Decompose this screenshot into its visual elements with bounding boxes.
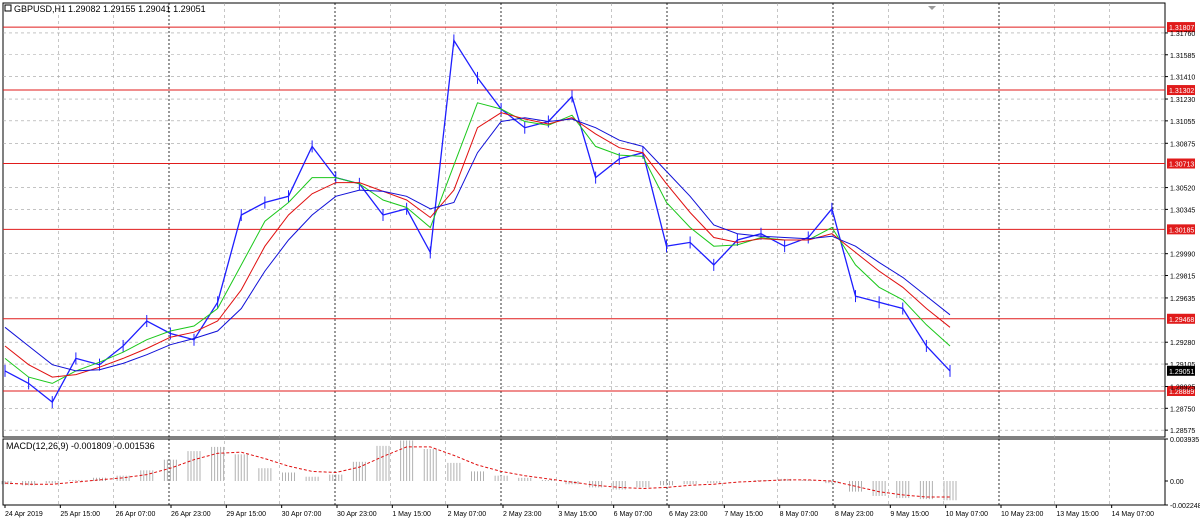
time-tick-label: 8 May 23:00 — [835, 511, 874, 518]
price-tick-label: 1.29990 — [1170, 252, 1195, 259]
price-tick-label: 1.28575 — [1170, 428, 1195, 435]
price-tick-label: 1.30520 — [1170, 186, 1195, 193]
price-tick-label: 1.30875 — [1170, 141, 1195, 148]
time-tick-label: 29 Apr 15:00 — [226, 511, 266, 518]
macd-tick-label: 0.00 — [1170, 479, 1184, 486]
chart-title: GBPUSD,H1 1.29082 1.29155 1.29041 1.2905… — [4, 4, 206, 14]
time-tick-label: 10 May 07:00 — [946, 511, 989, 518]
current-price-label: 1.29051 — [1169, 369, 1194, 376]
price-tick-label: 1.31055 — [1170, 119, 1195, 126]
chart-window[interactable]: 1.31807 1.31302 1.30713 1.30185 1.29468 1.288… — [0, 0, 1200, 523]
time-tick-label: 2 May 07:00 — [448, 511, 487, 518]
price-tick-label: 1.28925 — [1170, 384, 1195, 391]
time-tick-label: 3 May 15:00 — [558, 511, 597, 518]
chart-canvas[interactable]: 1.318071.313021.307131.301851.294681.288… — [0, 0, 1200, 523]
time-tick-label: 10 May 23:00 — [1001, 511, 1044, 518]
time-tick-label: 30 Apr 23:00 — [337, 511, 377, 518]
symbol-label: GBPUSD,H1 — [14, 4, 66, 14]
time-tick-label: 25 Apr 15:00 — [60, 511, 100, 518]
macd-tick-label: -0.002248 — [1170, 503, 1200, 510]
time-tick-label: 6 May 07:00 — [614, 511, 653, 518]
time-tick-label: 14 May 07:00 — [1112, 511, 1155, 518]
level-price-label: 1.30713 — [1169, 162, 1194, 169]
level-price-label: 1.29468 — [1169, 317, 1194, 324]
background — [0, 0, 1200, 523]
time-tick-label: 30 Apr 07:00 — [282, 511, 322, 518]
time-tick-label: 9 May 15:00 — [890, 511, 929, 518]
time-tick-label: 26 Apr 07:00 — [116, 511, 156, 518]
price-tick-label: 1.30345 — [1170, 207, 1195, 214]
time-tick-label: 1 May 15:00 — [392, 511, 431, 518]
price-tick-label: 1.31410 — [1170, 75, 1195, 82]
price-tick-label: 1.28750 — [1170, 406, 1195, 413]
price-tick-label: 1.29815 — [1170, 273, 1195, 280]
ohlc-values: 1.29082 1.29155 1.29041 1.29051 — [68, 4, 206, 14]
time-tick-label: 24 Apr 2019 — [5, 511, 43, 518]
price-tick-label: 1.29280 — [1170, 340, 1195, 347]
price-tick-label: 1.31760 — [1170, 31, 1195, 38]
time-tick-label: 6 May 23:00 — [669, 511, 708, 518]
time-tick-label: 8 May 07:00 — [780, 511, 819, 518]
time-tick-label: 26 Apr 23:00 — [171, 511, 211, 518]
price-tick-label: 1.31585 — [1170, 53, 1195, 60]
level-price-label: 1.30185 — [1169, 227, 1194, 234]
time-tick-label: 2 May 23:00 — [503, 511, 542, 518]
time-tick-label: 7 May 15:00 — [724, 511, 763, 518]
macd-tick-label: 0.003935 — [1170, 437, 1199, 444]
price-tick-label: 1.31230 — [1170, 97, 1195, 104]
time-tick-label: 13 May 15:00 — [1056, 511, 1099, 518]
price-tick-label: 1.29635 — [1170, 296, 1195, 303]
macd-label: MACD(12,26,9) -0.001809 -0.001536 — [6, 441, 155, 451]
level-price-label: 1.31302 — [1169, 88, 1194, 95]
